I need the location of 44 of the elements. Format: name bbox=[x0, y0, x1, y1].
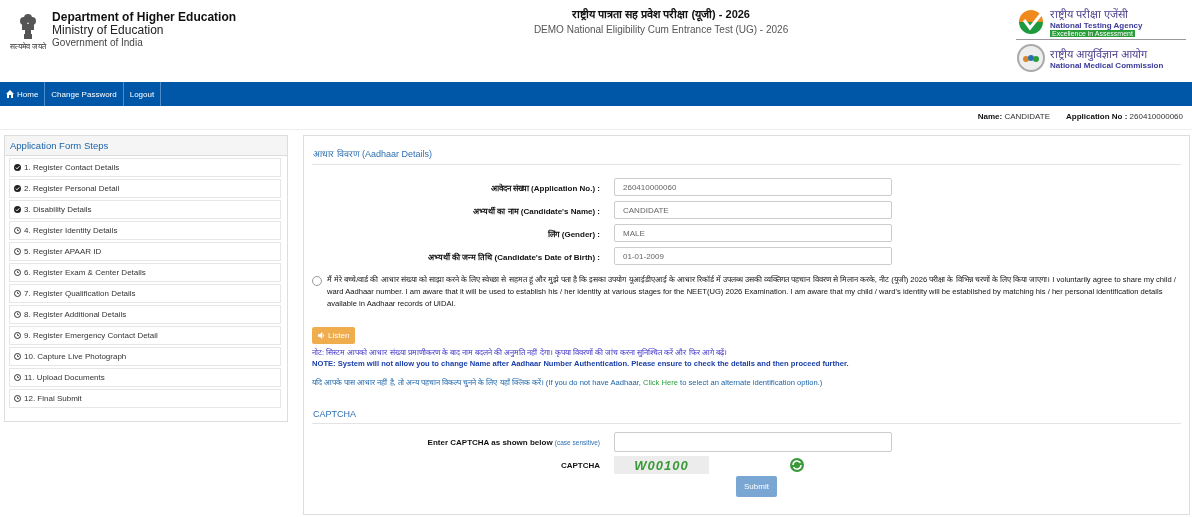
commission-name-hindi: राष्ट्रीय आयुर्विज्ञान आयोग bbox=[1050, 47, 1149, 61]
nav-link[interactable]: Change Password bbox=[45, 82, 124, 106]
step-item[interactable]: 6. Register Exam & Center Details bbox=[9, 263, 281, 282]
input-field[interactable]: CANDIDATE bbox=[614, 201, 892, 219]
captcha-field[interactable] bbox=[614, 432, 892, 452]
step-item[interactable]: 12. Final Submit bbox=[9, 389, 281, 408]
ministry-name: Ministry of Education bbox=[52, 24, 164, 37]
step-item[interactable]: 8. Register Additional Details bbox=[9, 305, 281, 324]
candidate-info: Name: CANDIDATE bbox=[977, 112, 1051, 123]
refresh-icon[interactable] bbox=[789, 457, 805, 473]
input-field[interactable]: 260410000060 bbox=[614, 178, 892, 196]
field-label: CAPTCHA bbox=[559, 460, 600, 470]
step-item[interactable]: 4. Register Identity Details bbox=[9, 221, 281, 240]
agency-name: National Testing Agency bbox=[1050, 21, 1143, 30]
candidate-info: Application No : 260410000060 bbox=[1066, 112, 1183, 123]
step-item[interactable]: 9. Register Emergency Contact Detail bbox=[9, 326, 281, 345]
field-label: अभ्यर्थी का नाम (Candidate's Name) : bbox=[472, 205, 600, 216]
home-icon bbox=[6, 90, 14, 98]
exam-title: राष्ट्रीय पात्रता सह प्रवेश परीक्षा (यूजी) - 2026 bbox=[570, 7, 751, 21]
government-name: Government of India bbox=[52, 37, 144, 48]
agency-name-hindi: राष्ट्रीय परीक्षा एजेंसी bbox=[1050, 7, 1130, 21]
step-item[interactable]: 7. Register Qualification Details bbox=[9, 284, 281, 303]
field-label: अभ्यर्थी की जन्म तिथि (Candidate's Date of Birth) : bbox=[426, 251, 600, 262]
field-label: लिंग (Gender) : bbox=[546, 228, 600, 239]
captcha-image: W00100 bbox=[614, 456, 709, 474]
input-field[interactable]: 01-01-2009 bbox=[614, 247, 892, 265]
step-item[interactable]: 2. Register Personal Detail bbox=[9, 179, 281, 198]
seal-icon bbox=[1016, 43, 1046, 73]
step-item[interactable]: 1. Register Contact Details bbox=[9, 158, 281, 177]
step-item[interactable]: 11. Upload Documents bbox=[9, 368, 281, 387]
input-field[interactable]: MALE bbox=[614, 224, 892, 242]
field-label: आवेदन संख्या (Application No.) : bbox=[489, 182, 600, 193]
step-item[interactable]: 3. Disability Details bbox=[9, 200, 281, 219]
step-item[interactable]: 5. Register APAAR ID bbox=[9, 242, 281, 261]
nav-link[interactable]: Logout bbox=[123, 82, 162, 106]
section-title: CAPTCHA bbox=[312, 387, 1181, 424]
panel-title: Application Form Steps bbox=[5, 136, 287, 156]
nav-link[interactable]: Home bbox=[0, 82, 46, 106]
exam-subtitle: DEMO National Eligibility Cum Entrance Test (UG) - 2026 bbox=[533, 24, 789, 35]
department-name: Department of Higher Education bbox=[52, 10, 237, 24]
section-title: आधार विवरण (Aadhaar Details) bbox=[312, 136, 1181, 165]
step-item[interactable]: 10. Capture Live Photograph bbox=[9, 347, 281, 366]
commission-name: National Medical Commission bbox=[1050, 61, 1164, 70]
speaker-icon bbox=[318, 332, 325, 339]
